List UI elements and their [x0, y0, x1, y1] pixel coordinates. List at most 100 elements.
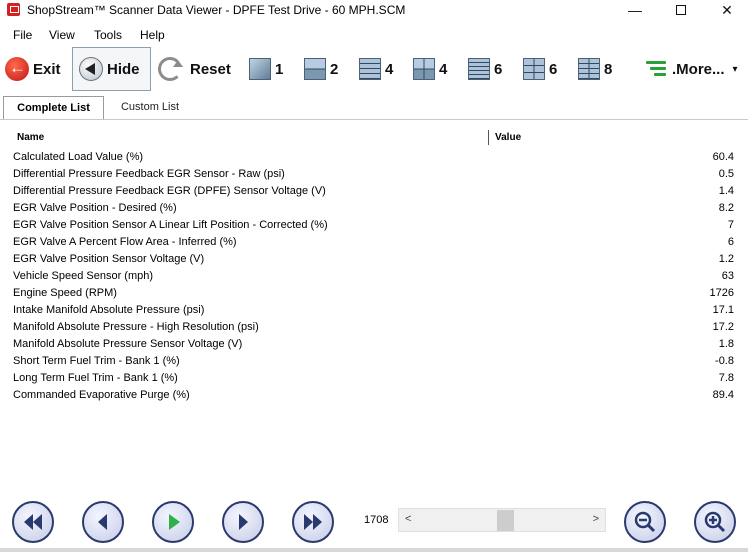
layout-6-rows-button[interactable]: 6 [468, 47, 502, 91]
table-row[interactable]: EGR Valve Position Sensor Voltage (V) 1.2 [0, 251, 748, 268]
table-row[interactable]: EGR Valve Position Sensor A Linear Lift … [0, 217, 748, 234]
row-value: 7 [727, 219, 734, 231]
menu-bar: File View Tools Help [0, 24, 748, 46]
maximize-button[interactable] [658, 0, 704, 20]
table-row[interactable]: Differential Pressure Feedback EGR (DPFE… [0, 183, 748, 200]
layout-eight-grid-icon [578, 58, 600, 80]
row-value: 6 [727, 236, 734, 248]
row-value: 1726 [709, 287, 734, 299]
table-row[interactable]: Long Term Fuel Trim - Bank 1 (%) 7.8 [0, 370, 748, 387]
layout-4-rows-button[interactable]: 4 [359, 47, 393, 91]
row-value: 89.4 [712, 389, 734, 401]
more-label: .More... [672, 60, 725, 78]
layout-8-label: 8 [604, 60, 613, 78]
scroll-right-icon[interactable]: > [593, 513, 599, 525]
hide-label: Hide [107, 60, 140, 78]
table-row[interactable]: Engine Speed (RPM) 1726 [0, 285, 748, 302]
zoom-out-icon [634, 511, 656, 533]
column-header-name[interactable]: Name [17, 132, 44, 143]
table-row[interactable]: Short Term Fuel Trim - Bank 1 (%) -0.8 [0, 353, 748, 370]
table-row[interactable]: EGR Valve Position - Desired (%) 8.2 [0, 200, 748, 217]
menu-tools[interactable]: Tools [94, 28, 122, 42]
table-row[interactable]: Manifold Absolute Pressure Sensor Voltag… [0, 336, 748, 353]
play-icon [169, 514, 180, 530]
window-bottom-edge [0, 548, 748, 552]
tab-divider [0, 119, 748, 120]
table-row[interactable]: Commanded Evaporative Purge (%) 89.4 [0, 387, 748, 404]
menu-view[interactable]: View [49, 28, 75, 42]
minimize-button[interactable]: — [612, 0, 658, 20]
zoom-out-button[interactable] [624, 501, 666, 543]
play-button[interactable] [152, 501, 194, 543]
layout-four-grid-icon [413, 58, 435, 80]
frame-number: 1708 [364, 514, 389, 526]
row-name: Vehicle Speed Sensor (mph) [13, 270, 154, 282]
row-value: 63 [721, 270, 734, 282]
menu-file[interactable]: File [13, 28, 32, 42]
layout-6-grid-label: 6 [549, 60, 558, 78]
layout-2-label: 2 [330, 60, 339, 78]
layout-four-rows-icon [359, 58, 381, 80]
row-name: Calculated Load Value (%) [13, 151, 144, 163]
exit-arrow-icon [5, 57, 29, 81]
layout-six-grid-icon [523, 58, 545, 80]
exit-button[interactable]: Exit [5, 47, 61, 91]
row-value: 0.5 [718, 168, 734, 180]
tab-bar: Complete List Custom List [0, 96, 748, 120]
previous-frame-button[interactable] [82, 501, 124, 543]
table-row[interactable]: Intake Manifold Absolute Pressure (psi) 1… [0, 302, 748, 319]
table-row[interactable]: Manifold Absolute Pressure - High Resolu… [0, 319, 748, 336]
layout-6-rows-label: 6 [494, 60, 503, 78]
scroll-left-icon[interactable]: < [405, 513, 411, 525]
fast-forward-icon [304, 514, 322, 530]
row-value: 8.2 [718, 202, 734, 214]
playback-bar: 1708 < > [0, 496, 748, 548]
row-name: Intake Manifold Absolute Pressure (psi) [13, 304, 205, 316]
row-name: EGR Valve Position Sensor Voltage (V) [13, 253, 205, 265]
zoom-in-button[interactable] [694, 501, 736, 543]
table-row[interactable]: Calculated Load Value (%) 60.4 [0, 149, 748, 166]
row-value: 17.1 [712, 304, 734, 316]
table-row[interactable]: Differential Pressure Feedback EGR Senso… [0, 166, 748, 183]
last-frame-button[interactable] [292, 501, 334, 543]
table-row[interactable]: Vehicle Speed Sensor (mph) 63 [0, 268, 748, 285]
hide-button[interactable]: Hide [72, 47, 151, 91]
row-value: -0.8 [715, 355, 734, 367]
row-name: Long Term Fuel Trim - Bank 1 (%) [13, 372, 178, 384]
row-name: EGR Valve Position - Desired (%) [13, 202, 177, 214]
rewind-icon [24, 514, 42, 530]
scroll-thumb[interactable] [497, 510, 514, 531]
layout-1-label: 1 [275, 60, 284, 78]
first-frame-button[interactable] [12, 501, 54, 543]
next-frame-button[interactable] [222, 501, 264, 543]
maximize-icon [676, 5, 686, 15]
reset-icon [158, 57, 183, 81]
more-button[interactable]: .More... ▾ [646, 47, 738, 91]
row-name: Differential Pressure Feedback EGR Senso… [13, 168, 285, 180]
layout-1-button[interactable]: 1 [249, 47, 283, 91]
layout-2-button[interactable]: 2 [304, 47, 338, 91]
layout-4-grid-button[interactable]: 4 [413, 47, 447, 91]
tab-custom-list[interactable]: Custom List [106, 96, 194, 119]
row-name: EGR Valve A Percent Flow Area - Inferred… [13, 236, 237, 248]
column-header-value[interactable]: Value [495, 132, 521, 143]
layout-6-grid-button[interactable]: 6 [523, 47, 557, 91]
step-forward-icon [239, 514, 248, 530]
row-name: EGR Valve Position Sensor A Linear Lift … [13, 219, 328, 231]
data-table: Name Value Calculated Load Value (%) 60.4… [0, 126, 748, 401]
row-value: 17.2 [712, 321, 734, 333]
row-name: Manifold Absolute Pressure - High Resolu… [13, 321, 259, 333]
row-name: Short Term Fuel Trim - Bank 1 (%) [13, 355, 180, 367]
chevron-down-icon[interactable]: ▾ [733, 64, 738, 75]
column-resize-handle[interactable] [488, 130, 489, 145]
frame-scrollbar[interactable]: < > [398, 508, 606, 532]
title-bar: ShopStream™ Scanner Data Viewer - DPFE T… [0, 0, 748, 20]
menu-help[interactable]: Help [140, 28, 165, 42]
layout-single-icon [249, 58, 271, 80]
hide-arrow-icon [79, 57, 103, 81]
tab-complete-list[interactable]: Complete List [3, 96, 104, 119]
layout-8-button[interactable]: 8 [578, 47, 612, 91]
table-row[interactable]: EGR Valve A Percent Flow Area - Inferred… [0, 234, 748, 251]
reset-button[interactable]: Reset [158, 47, 231, 91]
close-button[interactable]: ✕ [704, 0, 748, 20]
